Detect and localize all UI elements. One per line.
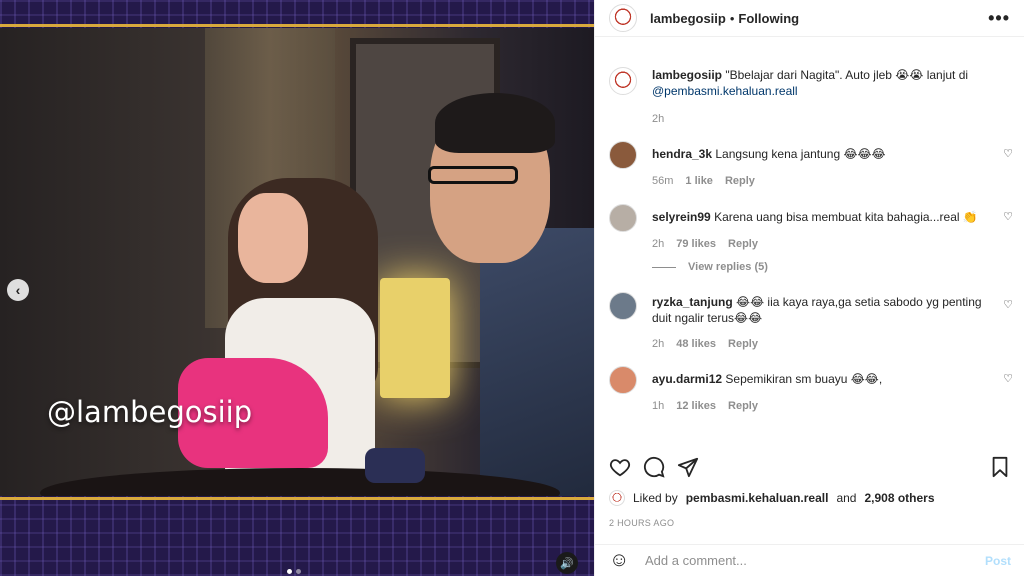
post-media[interactable]: @lambegosiip ‹ 🔊	[0, 0, 594, 576]
comment-item: ayu.darmi12 Sepemikiran sm buayu 😂😂, 1h …	[595, 366, 1024, 412]
comment-username[interactable]: ryzka_tanjung	[652, 295, 733, 309]
header-separator: •	[729, 10, 735, 26]
like-comment-heart-icon[interactable]: ♡	[1003, 210, 1013, 223]
comment-text: Langsung kena jantung 😂😂😂	[715, 147, 886, 161]
comment-time: 2h	[652, 338, 665, 350]
more-options-icon[interactable]: •••	[988, 8, 1010, 29]
comment-text: Sepemikiran sm buayu 😂😂,	[725, 372, 883, 386]
comment-likes[interactable]: 12 likes	[676, 400, 716, 412]
comment-likes[interactable]: 48 likes	[676, 338, 716, 350]
avatar[interactable]	[609, 366, 637, 394]
comment-time: 2h	[652, 238, 665, 250]
likes-summary: Liked by pembasmi.kehaluan.reall and 2,9…	[609, 490, 935, 506]
caption-text: "Bbelajar dari Nagita". Auto jleb 😭😭 lan…	[725, 68, 969, 82]
reply-button[interactable]: Reply	[725, 175, 755, 187]
post-comment-button[interactable]: Post	[985, 554, 1011, 568]
like-comment-heart-icon[interactable]: ♡	[1003, 372, 1013, 385]
bookmark-icon[interactable]	[989, 456, 1011, 478]
reply-button[interactable]: Reply	[728, 238, 758, 250]
avatar[interactable]	[609, 292, 637, 320]
video-watermark: @lambegosiip	[47, 395, 253, 429]
comment-username[interactable]: selyrein99	[652, 210, 711, 224]
comment-likes[interactable]: 79 likes	[676, 238, 716, 250]
caption-mention-link[interactable]: @pembasmi.kehaluan.reall	[652, 84, 798, 98]
post-header: lambegosiip • Following •••	[595, 0, 1024, 37]
add-comment-bar: ☺ Post	[595, 544, 1024, 576]
reply-button[interactable]: Reply	[728, 338, 758, 350]
avatar[interactable]	[609, 490, 625, 506]
post-timestamp: 2 HOURS AGO	[609, 518, 675, 528]
mute-button[interactable]: 🔊	[556, 552, 578, 574]
post-caption: lambegosiip "Bbelajar dari Nagita". Auto…	[595, 55, 1024, 125]
carousel-dot	[287, 569, 292, 574]
header-username[interactable]: lambegosiip	[650, 11, 726, 26]
comment-text: Karena uang bisa membuat kita bahagia...…	[714, 210, 978, 224]
previous-slide-button[interactable]: ‹	[7, 279, 29, 301]
comment-item: ryzka_tanjung 😂😂 iia kaya raya,ga setia …	[595, 292, 1024, 350]
heart-icon[interactable]	[609, 456, 631, 478]
likes-and: and	[836, 491, 857, 505]
view-replies-button[interactable]: View replies (5)	[595, 261, 1024, 273]
like-comment-heart-icon[interactable]: ♡	[1003, 298, 1013, 311]
avatar[interactable]	[609, 204, 637, 232]
comment-item: selyrein99 Karena uang bisa membuat kita…	[595, 204, 1024, 250]
comment-time: 56m	[652, 175, 674, 187]
following-button[interactable]: Following	[738, 11, 799, 26]
reply-button[interactable]: Reply	[728, 400, 758, 412]
avatar[interactable]	[609, 4, 637, 32]
carousel-dots	[287, 569, 301, 574]
like-comment-heart-icon[interactable]: ♡	[1003, 147, 1013, 160]
comment-input[interactable]	[645, 553, 985, 568]
liked-by-user-link[interactable]: pembasmi.kehaluan.reall	[686, 491, 829, 505]
avatar[interactable]	[609, 67, 637, 95]
comments-list[interactable]: lambegosiip "Bbelajar dari Nagita". Auto…	[595, 55, 1024, 445]
emoji-icon[interactable]: ☺	[609, 549, 633, 572]
comment-username[interactable]: ayu.darmi12	[652, 372, 722, 386]
likes-prefix: Liked by	[633, 491, 678, 505]
share-icon[interactable]	[677, 456, 699, 478]
comment-icon[interactable]	[643, 456, 665, 478]
caption-username[interactable]: lambegosiip	[652, 68, 722, 82]
caption-time: 2h	[652, 113, 665, 125]
post-actions	[595, 455, 1024, 479]
avatar[interactable]	[609, 141, 637, 169]
likes-others-link[interactable]: 2,908 others	[864, 491, 934, 505]
comment-time: 1h	[652, 400, 665, 412]
comment-item: hendra_3k Langsung kena jantung 😂😂😂 56m …	[595, 141, 1024, 187]
comment-username[interactable]: hendra_3k	[652, 147, 712, 161]
view-replies-label[interactable]: View replies (5)	[688, 261, 768, 273]
post-sidebar: lambegosiip • Following ••• lambegosiip …	[594, 0, 1024, 576]
carousel-dot	[296, 569, 301, 574]
comment-likes[interactable]: 1 like	[685, 175, 713, 187]
